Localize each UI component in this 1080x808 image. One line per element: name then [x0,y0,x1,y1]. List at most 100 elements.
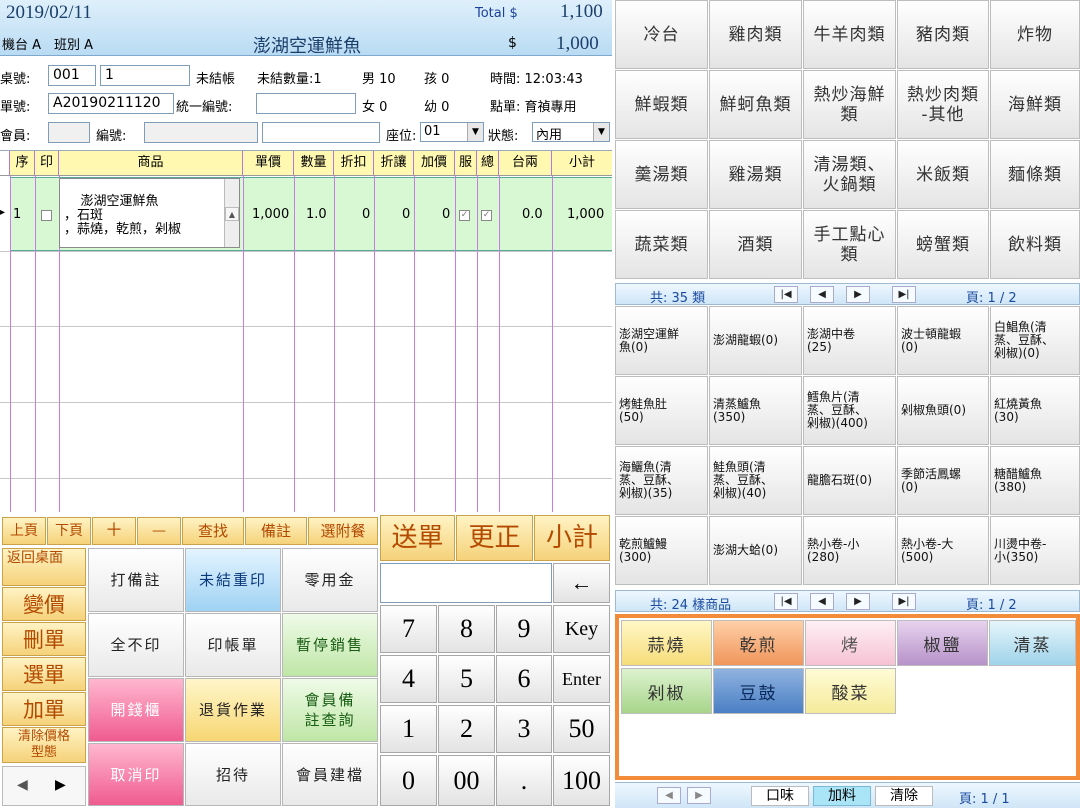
total-checkbox[interactable]: ✓ [481,210,492,221]
tax-id-field[interactable] [256,93,356,114]
option-pan-fried[interactable]: 乾煎 [713,620,804,666]
enter-key[interactable]: Enter [553,655,610,703]
option-grilled[interactable]: 烤 [805,620,896,666]
menu-item-button[interactable]: 龍膽石斑(0) [803,446,896,515]
column-header-price[interactable]: 單價 [243,151,294,176]
cancel-print-button[interactable]: 取消印 [88,743,184,806]
member-field[interactable] [48,122,90,143]
next-page-icon[interactable]: ▶ [846,286,870,303]
menu-item-button[interactable]: 澎湖龍蝦(0) [709,306,802,375]
backspace-key[interactable]: ← [553,563,610,603]
key-decimal[interactable]: . [496,755,552,806]
seat-select[interactable]: 01 ▼ [420,122,484,142]
category-button[interactable]: 雞湯類 [709,140,802,209]
petty-cash-button[interactable]: 零用金 [282,548,378,612]
last-page-icon[interactable]: ▶| [892,593,916,610]
menu-item-button[interactable]: 鮭魚頭(清 蒸、豆酥、 剁椒)(40) [709,446,802,515]
key-1[interactable]: 1 [380,705,437,753]
print-checkbox[interactable] [41,210,52,221]
menu-item-button[interactable]: 澎湖大蛤(0) [709,516,802,585]
menu-item-button[interactable]: 紅燒黃魚 (30) [990,376,1080,445]
search-button[interactable]: 查找 [182,517,244,545]
complimentary-button[interactable]: 招待 [185,743,281,806]
correct-button[interactable]: 更正 [456,515,533,561]
option-pickled-cabbage[interactable]: 酸菜 [805,668,896,714]
service-checkbox[interactable]: ✓ [459,210,470,221]
delete-order-button[interactable]: 刪單 [2,622,86,656]
key-4[interactable]: 4 [380,655,437,703]
pause-sales-button[interactable]: 暫停銷售 [282,613,378,677]
return-goods-button[interactable]: 退貨作業 [185,678,281,742]
product-memo-field[interactable]: 澎湖空運鮮魚 ，石斑 ，蒜燒，乾煎，剁椒 ▲ ▼ [59,178,240,248]
bill-number-field[interactable]: A20190211120 [48,93,174,114]
add-order-button[interactable]: 加單 [2,692,86,726]
clear-button[interactable]: 清除 [875,786,933,806]
key-50[interactable]: 50 [553,705,610,753]
category-button[interactable]: 麵條類 [990,140,1080,209]
category-button[interactable]: 牛羊肉類 [803,0,896,69]
column-header-tael[interactable]: 台兩 [499,151,552,176]
menu-item-button[interactable]: 乾煎鱸鰻 (300) [615,516,708,585]
menu-item-button[interactable]: 熱小卷-大 (500) [897,516,989,585]
column-header-product[interactable]: 商品 [59,151,243,176]
add-note-button[interactable]: 打備註 [88,548,184,612]
member-register-button[interactable]: 會員建檔 [282,743,378,806]
key-9[interactable]: 9 [496,605,552,653]
prev-page-button[interactable]: 上頁 [2,517,46,545]
key-3[interactable]: 3 [496,705,552,753]
option-chopped-chili[interactable]: 剁椒 [621,668,712,714]
key-7[interactable]: 7 [380,605,437,653]
category-button[interactable]: 螃蟹類 [897,210,989,279]
print-bill-button[interactable]: 印帳單 [185,613,281,677]
key-00[interactable]: 00 [438,755,495,806]
key-8[interactable]: 8 [438,605,495,653]
table-number-field[interactable]: 001 [48,65,96,86]
next-page-button[interactable]: 下頁 [47,517,91,545]
member-notes-query-button[interactable]: 會員備 註查詢 [282,678,378,742]
memo-scrollbar[interactable]: ▲ ▼ [224,179,239,247]
menu-item-button[interactable]: 烤鮭魚肚 (50) [615,376,708,445]
category-button[interactable]: 熱炒肉類 -其他 [897,70,989,139]
member-name-field[interactable] [262,122,380,143]
tab-flavor[interactable]: 口味 [751,786,809,806]
member-number-field[interactable] [144,122,258,143]
option-garlic[interactable]: 蒜燒 [621,620,712,666]
note-button[interactable]: 備註 [245,517,307,545]
subtotal-button[interactable]: 小計 [534,515,610,561]
menu-item-button[interactable]: 波士頓龍蝦 (0) [897,306,989,375]
category-button[interactable]: 蔬菜類 [615,210,708,279]
tab-add-ons[interactable]: 加料 [813,786,871,806]
key-2[interactable]: 2 [438,705,495,753]
first-page-icon[interactable]: |◀ [774,286,798,303]
next-page-icon[interactable]: ▶ [846,593,870,610]
last-page-icon[interactable]: ▶| [892,286,916,303]
column-header-surcharge[interactable]: 加價 [414,151,455,176]
guest-count-field[interactable]: 1 [100,65,190,86]
menu-item-button[interactable]: 白鯧魚(清 蒸、豆酥、 剁椒)(0) [990,306,1080,375]
increase-qty-button[interactable]: ＋ [92,517,136,545]
keypad-input[interactable] [380,563,552,603]
menu-item-button[interactable]: 季節活鳳螺 (0) [897,446,989,515]
column-header-qty[interactable]: 數量 [294,151,334,176]
key-100[interactable]: 100 [553,755,610,806]
scroll-right-icon[interactable]: ▶ [55,777,66,793]
column-header-discount[interactable]: 折扣 [334,151,374,176]
prev-page-icon[interactable]: ◀ [657,787,681,804]
first-page-icon[interactable]: |◀ [774,593,798,610]
option-steamed[interactable]: 清蒸 [989,620,1076,666]
open-drawer-button[interactable]: 開錢櫃 [88,678,184,742]
category-button[interactable]: 手工點心 類 [803,210,896,279]
category-button[interactable]: 鮮蝦類 [615,70,708,139]
select-order-button[interactable]: 選單 [2,657,86,691]
send-order-button[interactable]: 送單 [380,515,455,561]
side-dish-button[interactable]: 選附餐 [308,517,378,545]
menu-item-button[interactable]: 澎湖中卷 (25) [803,306,896,375]
decrease-qty-button[interactable]: — [137,517,181,545]
reprint-unsettled-button[interactable]: 未結重印 [185,548,281,612]
change-price-button[interactable]: 變價 [2,587,86,621]
category-button[interactable]: 飲料類 [990,210,1080,279]
key-5[interactable]: 5 [438,655,495,703]
column-header-subtotal[interactable]: 小計 [552,151,612,176]
menu-item-button[interactable]: 糖醋鱸魚 (380) [990,446,1080,515]
category-button[interactable]: 豬肉類 [897,0,989,69]
